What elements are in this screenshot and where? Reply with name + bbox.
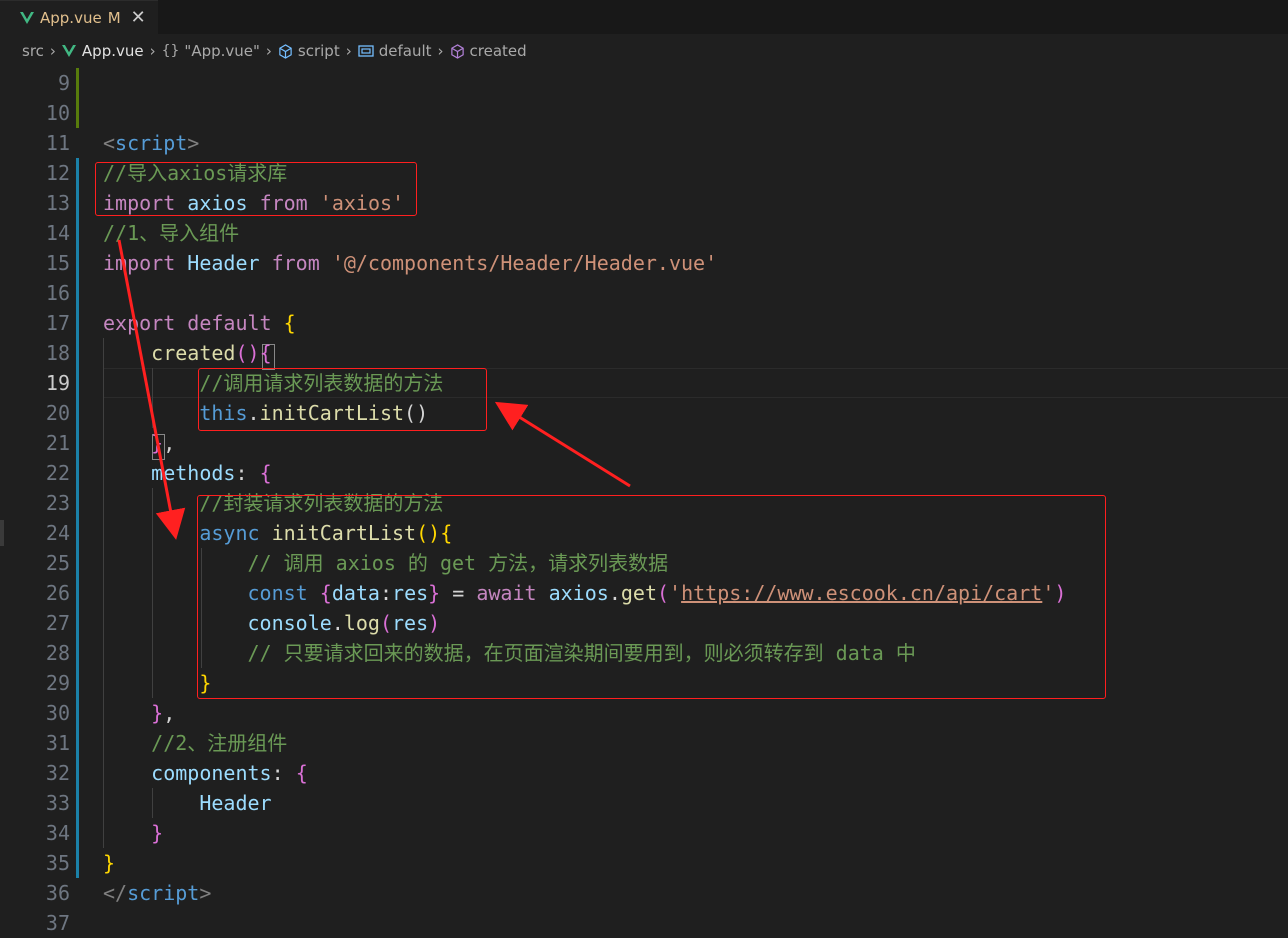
breadcrumb-item-default[interactable]: default [358,42,432,60]
breadcrumb-label: "App.vue" [184,42,260,60]
breadcrumb-item-app-vue-module[interactable]: {} "App.vue" [162,42,260,60]
breadcrumb-item-src[interactable]: src [22,42,44,60]
chevron-right-icon: › [345,42,352,60]
arrow-to-method-call [494,401,631,488]
field-icon [358,45,374,57]
tab-app-vue[interactable]: App.vue M ✕ [0,0,158,34]
breadcrumb: src › App.vue › {} "App.vue" › script › … [0,36,1288,66]
breadcrumb-label: default [378,42,432,60]
chevron-right-icon: › [149,42,156,60]
breadcrumb-item-app-vue[interactable]: App.vue [61,42,144,60]
braces-icon: {} [161,43,180,59]
breadcrumb-item-script[interactable]: script [278,42,340,60]
breadcrumb-label: script [297,42,340,60]
chevron-right-icon: › [437,42,444,60]
breadcrumb-label: created [469,42,527,60]
vue-icon [61,45,76,57]
code-editor[interactable]: 9 10 11 <script> 12//导入axios请求库 13 import axio… [0,68,1288,935]
annotation-arrows [117,239,631,540]
close-icon[interactable]: ✕ [131,8,146,27]
breadcrumb-label: App.vue [81,42,144,60]
arrow-to-import-usage [117,239,186,540]
breadcrumb-label: src [22,42,44,60]
modified-indicator: M [107,8,121,27]
chevron-right-icon: › [265,42,272,60]
tab-bar: App.vue M ✕ [0,0,1288,34]
breadcrumb-item-created[interactable]: created [450,42,527,60]
cube-icon [450,43,464,59]
cube-icon [279,43,292,59]
chevron-right-icon: › [49,42,56,60]
vue-icon [20,11,34,24]
tab-filename: App.vue [40,8,102,27]
